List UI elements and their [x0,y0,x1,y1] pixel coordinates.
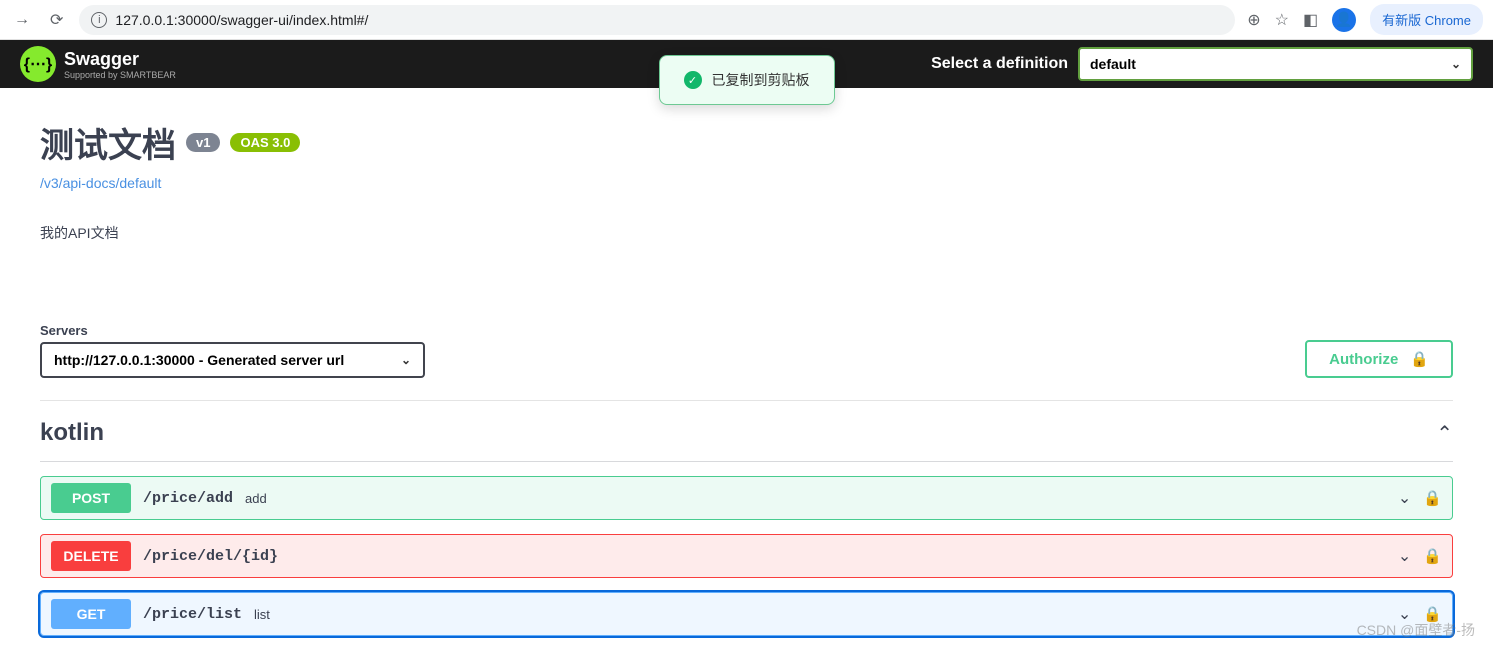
watermark: CSDN @面壁者-扬 [1357,620,1475,640]
definition-label: Select a definition [931,55,1068,73]
chevron-down-icon: ⌄ [401,353,411,367]
chevron-down-icon: ⌄ [1398,546,1411,566]
operation-get[interactable]: GET /price/list list ⌄ 🔒 [40,592,1453,636]
method-badge: GET [51,599,131,629]
swagger-name: Swagger [64,49,176,70]
browser-actions: ⊕ ☆ ◧ 👤 有新版 Chrome [1247,4,1483,35]
authorize-button[interactable]: Authorize 🔒 [1305,340,1453,378]
oas-badge: OAS 3.0 [230,133,300,152]
main-content: 测试文档 v1 OAS 3.0 /v3/api-docs/default 我的A… [0,88,1493,666]
chevron-up-icon: ⌃ [1436,421,1453,446]
servers-label: Servers [40,323,425,338]
operation-post[interactable]: POST /price/add add ⌄ 🔒 [40,476,1453,520]
definition-area: Select a definition default ⌄ [931,47,1473,81]
operations-list: POST /price/add add ⌄ 🔒 DELETE /price/de… [40,476,1453,636]
operation-summary: add [245,491,267,506]
toast-message: 已复制到剪贴板 [712,70,810,90]
url-bar[interactable]: i 127.0.0.1:30000/swagger-ui/index.html#… [79,5,1235,35]
toast-notification: ✓ 已复制到剪贴板 [659,55,835,105]
chevron-down-icon: ⌄ [1398,488,1411,508]
definition-select[interactable]: default ⌄ [1078,47,1473,81]
swagger-subtext: Supported by SMARTBEAR [64,70,176,80]
swagger-logo-icon: {⋯} [20,46,56,82]
operation-delete[interactable]: DELETE /price/del/{id} ⌄ 🔒 [40,534,1453,578]
lock-icon[interactable]: 🔒 [1423,547,1442,565]
translate-icon[interactable]: ⊕ [1247,10,1260,30]
tag-header[interactable]: kotlin ⌃ [40,401,1453,462]
definition-value: default [1090,56,1136,72]
forward-icon[interactable]: → [10,7,34,33]
servers-select[interactable]: http://127.0.0.1:30000 - Generated serve… [40,342,425,378]
browser-bar: → ⟳ i 127.0.0.1:30000/swagger-ui/index.h… [0,0,1493,40]
operation-path: /price/del/{id} [131,548,290,565]
chevron-down-icon: ⌄ [1451,57,1461,71]
swagger-logo[interactable]: {⋯} Swagger Supported by SMARTBEAR [20,46,176,82]
version-badge: v1 [186,133,220,152]
operation-path: /price/add [131,490,245,507]
reload-icon[interactable]: ⟳ [46,6,67,34]
operation-path: /price/list [131,606,254,623]
method-badge: POST [51,483,131,513]
url-text: 127.0.0.1:30000/swagger-ui/index.html#/ [115,12,368,28]
update-chrome-button[interactable]: 有新版 Chrome [1370,4,1483,35]
info-icon: i [91,12,107,28]
servers-value: http://127.0.0.1:30000 - Generated serve… [54,352,344,368]
page-title: 测试文档 [40,118,176,167]
method-badge: DELETE [51,541,131,571]
operation-summary: list [254,607,270,622]
tag-name: kotlin [40,419,104,447]
profile-icon[interactable]: 👤 [1332,8,1356,32]
panel-icon[interactable]: ◧ [1303,10,1318,30]
bookmark-icon[interactable]: ☆ [1275,10,1289,30]
lock-icon: 🔒 [1410,350,1429,368]
check-circle-icon: ✓ [684,71,702,89]
api-docs-link[interactable]: /v3/api-docs/default [40,175,161,191]
lock-icon[interactable]: 🔒 [1423,489,1442,507]
authorize-label: Authorize [1329,351,1398,368]
api-description: 我的API文档 [40,223,1453,243]
